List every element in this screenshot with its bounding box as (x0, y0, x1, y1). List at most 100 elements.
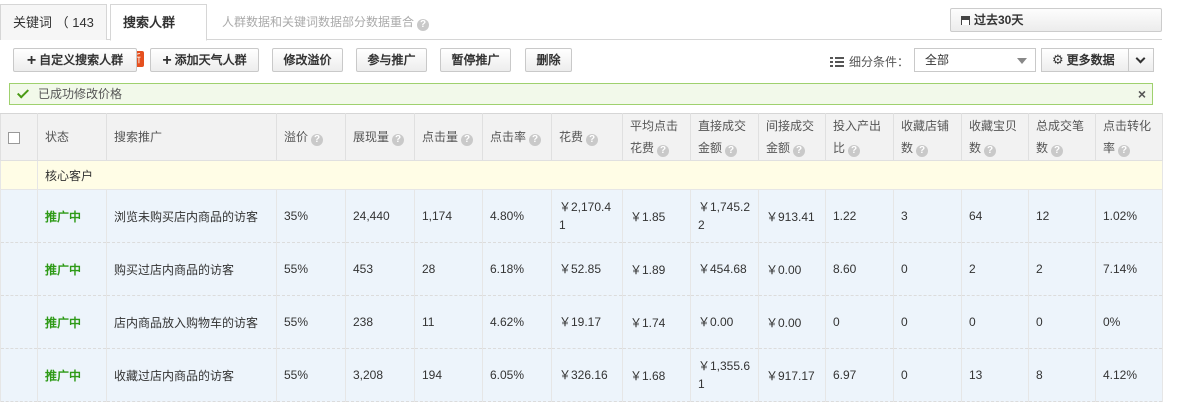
join-promo-button[interactable]: 参与推广 (356, 48, 427, 72)
table-row[interactable]: 推广中 浏览未购买店内商品的访客 35% 24,440 1,174 4.80% … (0, 189, 1163, 243)
row-avg-cpc: ￥1.85 (622, 189, 691, 243)
help-icon[interactable]: ? (725, 145, 738, 157)
row-indirect-gmv: ￥0.00 (758, 295, 826, 349)
filter-select[interactable]: 全部 (914, 48, 1036, 72)
row-fav-item: 64 (961, 189, 1029, 243)
row-roi: 8.60 (825, 242, 894, 296)
row-name[interactable]: 收藏过店内商品的访客 (106, 348, 277, 402)
row-indirect-gmv: ￥0.00 (758, 242, 826, 296)
header-cost-label: 花费 (559, 130, 584, 144)
help-icon[interactable]: ? (311, 134, 324, 146)
help-icon[interactable]: ? (417, 19, 430, 31)
row-check-cell (0, 295, 38, 349)
custom-crowd-label: 自定义搜索人群 (39, 53, 124, 67)
header-impressions-label: 展现量 (353, 130, 390, 144)
row-premium[interactable]: 55% (276, 295, 346, 349)
tab-search-crowd[interactable]: 搜索人群新 (110, 4, 207, 67)
help-icon[interactable]: ? (529, 134, 542, 146)
header-direct-gmv-label: 直接成交金额 (698, 119, 747, 155)
row-check-cell (0, 242, 38, 296)
row-cost: ￥2,170.41 (551, 189, 623, 243)
pause-promo-button[interactable]: 暂停推广 (440, 48, 511, 72)
custom-crowd-button[interactable]: + 自定义搜索人群 (13, 48, 137, 72)
row-orders: 2 (1028, 242, 1096, 296)
row-cost: ￥52.85 (551, 242, 623, 296)
row-impressions: 24,440 (345, 189, 415, 243)
row-clicks: 11 (414, 295, 483, 349)
header-cvr[interactable]: 点击转化率? (1095, 113, 1163, 161)
row-status: 推广中 (37, 189, 107, 243)
row-roi: 0 (825, 295, 894, 349)
help-icon[interactable]: ? (848, 145, 861, 157)
more-data-button[interactable]: ⚙ 更多数据 (1041, 48, 1129, 72)
check-icon (16, 86, 30, 99)
help-icon[interactable]: ? (793, 145, 806, 157)
header-fav-shop[interactable]: 收藏店铺数? (893, 113, 962, 161)
list-icon (830, 57, 844, 67)
help-icon[interactable]: ? (586, 134, 599, 146)
row-status: 推广中 (37, 295, 107, 349)
help-icon[interactable]: ? (1051, 145, 1064, 157)
header-clicks[interactable]: 点击量? (414, 113, 483, 161)
table-row[interactable]: 推广中 店内商品放入购物车的访客 55% 238 11 4.62% ￥19.17… (0, 295, 1163, 349)
weather-crowd-button[interactable]: + 添加天气人群 (150, 48, 259, 72)
close-icon[interactable]: × (1138, 84, 1146, 104)
row-fav-item: 0 (961, 295, 1029, 349)
row-premium[interactable]: 35% (276, 189, 346, 243)
header-impressions[interactable]: 展现量? (345, 113, 415, 161)
table-row[interactable]: 推广中 购买过店内商品的访客 55% 453 28 6.18% ￥52.85 ￥… (0, 242, 1163, 296)
tab-keywords[interactable]: 关键词 （ 143 ） (0, 4, 107, 66)
row-check-cell (0, 348, 38, 402)
header-status: 状态 (37, 113, 107, 161)
help-icon[interactable]: ? (984, 145, 997, 157)
header-roi[interactable]: 投入产出比? (825, 113, 894, 161)
row-impressions: 453 (345, 242, 415, 296)
group-empty-cell (0, 160, 38, 190)
crowd-table: 状态 搜索推广 溢价? 展现量? 点击量? 点击率? 花费? 平均点击花费? 直… (0, 113, 1163, 402)
tab-search-crowd-label: 搜索人群 (123, 15, 176, 30)
row-impressions: 238 (345, 295, 415, 349)
row-status: 推广中 (37, 348, 107, 402)
help-icon[interactable]: ? (1118, 145, 1131, 157)
header-ctr-label: 点击率 (490, 130, 527, 144)
header-premium[interactable]: 溢价? (276, 113, 346, 161)
success-message-text: 已成功修改价格 (38, 87, 123, 101)
row-name[interactable]: 浏览未购买店内商品的访客 (106, 189, 277, 243)
header-cost[interactable]: 花费? (551, 113, 623, 161)
row-premium[interactable]: 55% (276, 348, 346, 402)
row-clicks: 28 (414, 242, 483, 296)
row-roi: 6.97 (825, 348, 894, 402)
row-premium[interactable]: 55% (276, 242, 346, 296)
edit-premium-button[interactable]: 修改溢价 (272, 48, 343, 72)
filter-label: 细分条件： (830, 53, 909, 70)
row-orders: 0 (1028, 295, 1096, 349)
calendar-icon (961, 16, 970, 25)
header-fav-item[interactable]: 收藏宝贝数? (961, 113, 1029, 161)
help-icon[interactable]: ? (392, 134, 405, 146)
row-indirect-gmv: ￥917.17 (758, 348, 826, 402)
delete-button[interactable]: 删除 (525, 48, 572, 72)
header-direct-gmv[interactable]: 直接成交金额? (690, 113, 759, 161)
row-cvr: 1.02% (1095, 189, 1163, 243)
select-all-checkbox[interactable] (8, 131, 20, 144)
header-avg-cpc[interactable]: 平均点击花费? (622, 113, 691, 161)
row-avg-cpc: ￥1.68 (622, 348, 691, 402)
row-name[interactable]: 购买过店内商品的访客 (106, 242, 277, 296)
row-roi: 1.22 (825, 189, 894, 243)
help-icon[interactable]: ? (657, 145, 670, 157)
table-row[interactable]: 推广中 收藏过店内商品的访客 55% 3,208 194 6.05% ￥326.… (0, 348, 1163, 402)
header-ctr[interactable]: 点击率? (482, 113, 552, 161)
help-icon[interactable]: ? (461, 134, 474, 146)
header-orders[interactable]: 总成交笔数? (1028, 113, 1096, 161)
help-icon[interactable]: ? (916, 145, 929, 157)
header-indirect-gmv[interactable]: 间接成交金额? (758, 113, 826, 161)
header-premium-label: 溢价 (284, 130, 309, 144)
row-name[interactable]: 店内商品放入购物车的访客 (106, 295, 277, 349)
more-data-dropdown-button[interactable] (1128, 48, 1154, 72)
more-data-label: 更多数据 (1066, 53, 1115, 67)
header-indirect-gmv-label: 间接成交金额 (766, 119, 815, 155)
overlap-note: 人群数据和关键词数据部分数据重合? (222, 13, 430, 31)
row-clicks: 194 (414, 348, 483, 402)
row-status: 推广中 (37, 242, 107, 296)
date-range-button[interactable]: 过去30天 (950, 8, 1162, 32)
